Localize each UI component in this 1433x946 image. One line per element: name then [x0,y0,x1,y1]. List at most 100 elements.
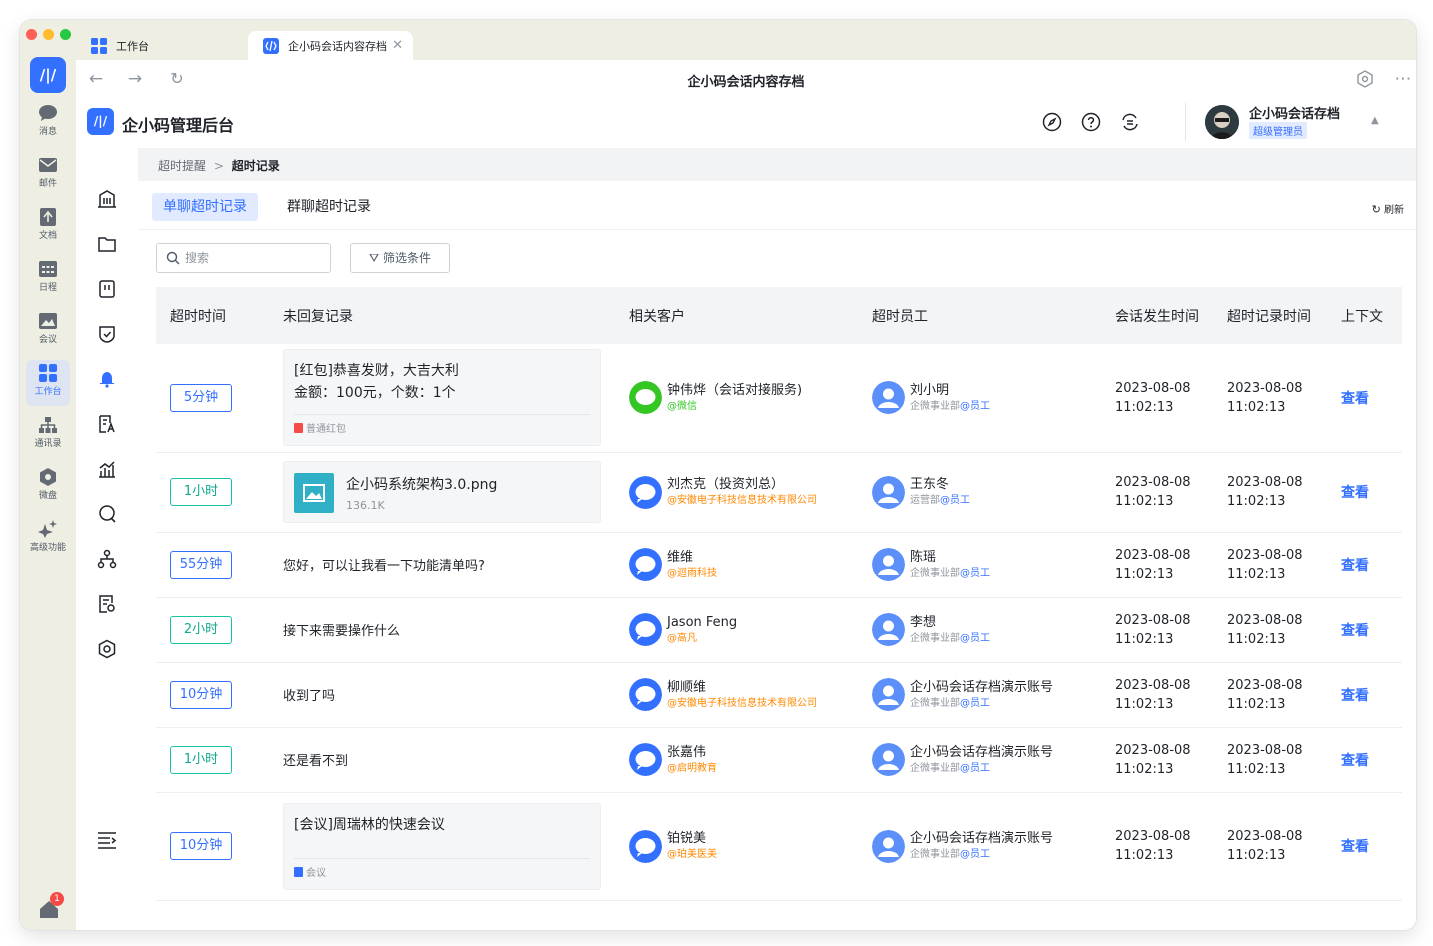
table-row: 10分钟 [会议]周瑞林的快速会议 会议 铂锐美 @珀美医美 企小码会话存档演示账号 企微事… [156,792,1402,901]
app-rail: /|/ 消息 邮件 文档 日程 会议 工作台 通讯录 微盘 高级功能 1 [20,20,76,930]
report-search-icon[interactable] [97,594,117,614]
message-card[interactable]: [会议]周瑞林的快速会议 会议 [283,802,601,890]
view-context-link[interactable]: 查看 [1341,623,1369,639]
employee-dept-name: 运营部 [910,495,940,506]
view-context-link[interactable]: 查看 [1341,753,1369,769]
notification-button[interactable]: 1 [38,892,64,920]
caret-up-icon[interactable]: ▲ [1371,115,1379,126]
customer[interactable]: 张嘉伟 @启明教育 [629,743,858,776]
customer[interactable]: 铂锐美 @珀美医美 [629,829,858,863]
doc-icon [40,208,56,226]
folder-icon[interactable] [97,234,117,254]
tab-workbench[interactable]: 工作台 [76,31,248,60]
customer[interactable]: 维维 @迴雨科技 [629,548,858,581]
settings-hexagon-icon[interactable] [1355,69,1375,89]
customer[interactable]: 刘杰克（投资刘总） @安徽电子科技信息技术有限公司 [629,475,858,509]
message-text: 您好，可以让我看一下功能清单吗? [283,559,485,574]
employee[interactable]: 企小码会话存档演示账号 企微事业部@员工 [872,829,1101,863]
rail-item-messages[interactable]: 消息 [20,100,76,146]
record-clock: 11:02:13 [1227,494,1286,509]
tab-label: 企小码会话内容存档 [288,39,387,53]
rail-item-contacts[interactable]: 通讯录 [20,412,76,458]
breadcrumb-parent[interactable]: 超时提醒 [158,159,206,173]
close-tab-icon[interactable]: ✕ [392,38,403,53]
customer-source: @安徽电子科技信息技术有限公司 [667,697,817,709]
view-context-link[interactable]: 查看 [1341,688,1369,704]
rail-item-drive[interactable]: 微盘 [20,464,76,510]
building-icon[interactable] [97,189,117,209]
employee[interactable]: 企小码会话存档演示账号 企微事业部@员工 [872,743,1101,776]
bell-alarm-icon[interactable] [97,369,117,389]
customer[interactable]: 柳顺维 @安徽电子科技信息技术有限公司 [629,678,858,711]
close-window-button[interactable] [26,29,37,40]
employee[interactable]: 李想 企微事业部@员工 [872,613,1101,646]
file-card[interactable]: 企小码系统架构3.0.png 136.1K [283,461,601,523]
customer-avatar-icon [629,743,662,776]
employee[interactable]: 刘小明 企微事业部@员工 [872,381,1101,415]
search-chat-icon[interactable] [97,504,117,524]
tab-archive[interactable]: 企小码会话内容存档 ✕ [248,31,413,60]
alert-book-icon[interactable] [97,279,117,299]
table-row: 55分钟 您好，可以让我看一下功能清单吗? 维维 @迴雨科技 陈瑶 企微事业部@员工 202… [156,532,1402,598]
tab-group-chat[interactable]: 群聊超时记录 [276,193,382,221]
shield-check-icon[interactable] [97,324,117,344]
rail-item-workbench[interactable]: 工作台 [26,360,70,406]
rail-item-calendar[interactable]: 日程 [20,256,76,302]
user-avatar[interactable] [1205,105,1239,139]
more-icon[interactable]: ⋯ [1393,69,1413,89]
message-footer: 会议 [294,857,590,879]
refresh-button[interactable]: ↻ 刷新 [1372,201,1404,216]
tab-label: 工作台 [116,39,149,53]
rail-label: 邮件 [38,179,57,189]
tab-single-chat[interactable]: 单聊超时记录 [152,193,258,221]
app-window: /|/ 消息 邮件 文档 日程 会议 工作台 通讯录 微盘 高级功能 1 工作台… [20,20,1416,930]
filter-button[interactable]: ⛛ 筛选条件 [350,243,450,273]
collapse-menu-icon[interactable] [97,831,117,849]
employee-tag: @员工 [960,849,990,860]
customer-name: 铂锐美 [667,831,707,846]
view-context-link[interactable]: 查看 [1341,839,1369,855]
record-date: 2023-08-08 [1227,829,1303,844]
minimize-window-button[interactable] [43,29,54,40]
employee[interactable]: 陈瑶 企微事业部@员工 [872,548,1101,581]
maximize-window-button[interactable] [60,29,71,40]
view-context-link[interactable]: 查看 [1341,485,1369,501]
document-a-icon[interactable] [97,414,117,434]
employee[interactable]: 王东冬 运营部@员工 [872,475,1101,509]
duration-cell: 10分钟 [156,662,269,728]
settings-icon[interactable] [97,639,117,659]
contacts-icon [39,417,57,433]
help-icon[interactable] [1081,112,1101,132]
org-tree-icon[interactable] [97,549,117,569]
rail-item-meeting[interactable]: 会议 [20,308,76,354]
session-date: 2023-08-08 [1115,380,1191,396]
customer-avatar-icon [629,475,662,509]
message-footer: 普通红包 [294,414,590,435]
session-time-cell: 2023-08-08 11:02:13 [1101,344,1213,453]
view-context-link[interactable]: 查看 [1341,558,1369,574]
rail-item-docs[interactable]: 文档 [20,204,76,250]
timeout-records-table: 超时时间 未回复记录 相关客户 超时员工 会话发生时间 超时记录时间 上下文 5… [156,287,1402,901]
customer-name: 柳顺维 [667,679,707,695]
filter-icon: ⛛ [369,251,380,265]
employee-avatar-icon [872,381,905,415]
customer-cell: 维维 @迴雨科技 [615,532,858,598]
session-clock: 11:02:13 [1115,494,1174,509]
app-logo-icon[interactable]: /|/ [30,57,66,93]
rail-item-mail[interactable]: 邮件 [20,152,76,198]
view-context-link[interactable]: 查看 [1341,391,1369,407]
customer[interactable]: 钟伟烨（会话对接服务) @微信 [629,381,858,415]
session-date: 2023-08-08 [1115,742,1191,758]
rail-item-advanced[interactable]: 高级功能 [20,516,76,562]
employee[interactable]: 企小码会话存档演示账号 企微事业部@员工 [872,678,1101,711]
context-cell: 查看 [1327,792,1402,901]
message-card[interactable]: [红包]恭喜发财，大吉大利 金额：100元，个数：1个 普通红包 [283,349,601,447]
search-input[interactable]: 搜索 [156,243,331,273]
chart-up-icon[interactable] [97,459,117,479]
compass-icon[interactable] [1042,112,1062,132]
switch-icon[interactable] [1120,112,1140,132]
employee-dept-name: 企微事业部 [910,849,960,860]
workbench-icon [39,364,57,382]
rail-label: 日程 [38,283,57,293]
customer[interactable]: Jason Feng @高凡 [629,613,858,646]
